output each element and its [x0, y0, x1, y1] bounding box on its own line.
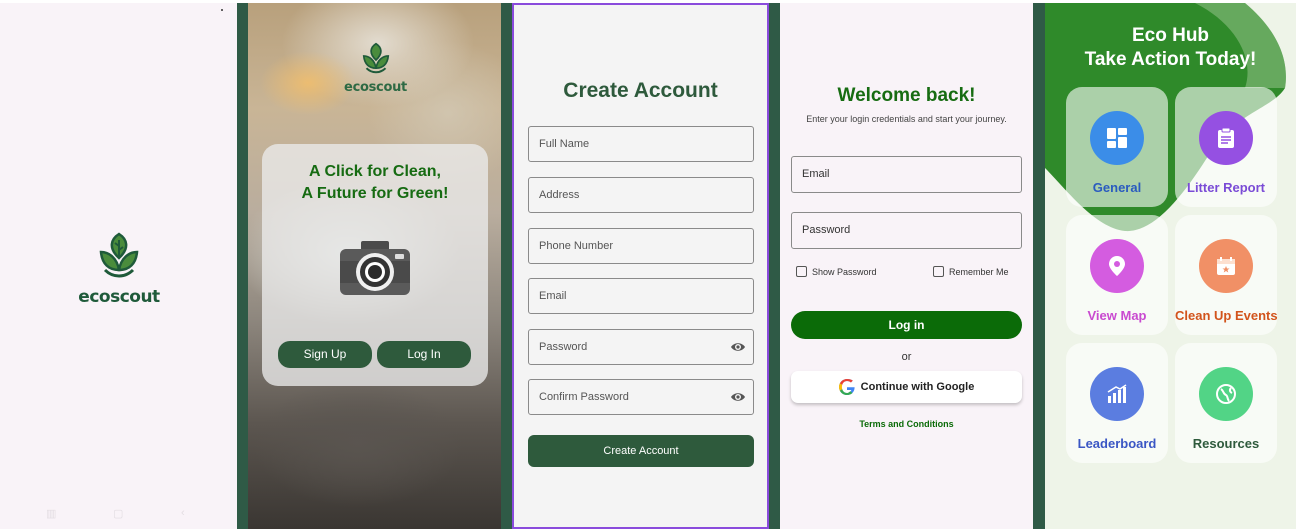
terms-link[interactable]: Terms and Conditions [780, 419, 1033, 429]
brand-name: ecoscout [78, 287, 160, 307]
bar-chart-icon [1107, 384, 1127, 403]
password-field[interactable]: Password [539, 341, 587, 353]
tile-litter-report-label: Litter Report [1187, 180, 1265, 195]
side-divider [1033, 3, 1045, 529]
address-field[interactable]: Address [528, 177, 754, 213]
calendar-icon [1217, 257, 1235, 275]
email-field[interactable]: Email [528, 278, 754, 314]
tile-clean-up-events-label: Clean Up Events [1175, 308, 1278, 323]
email-field[interactable]: Email [791, 156, 1022, 193]
tagline-line-2: A Future for Green! [301, 185, 449, 202]
tile-clean-up-events[interactable]: Clean Up Events [1175, 215, 1278, 335]
tile-leaderboard-label: Leaderboard [1077, 436, 1157, 451]
google-sign-in-button[interactable]: Continue with Google [791, 371, 1022, 403]
password-field-wrap: Password [528, 329, 754, 365]
show-password-checkbox[interactable]: Show Password [796, 266, 877, 277]
tagline: A Click for Clean, A Future for Green! [262, 161, 488, 205]
tile-general[interactable]: General [1066, 87, 1168, 207]
google-button-label: Continue with Google [860, 381, 975, 393]
recents-nav-icon[interactable]: ▥ [46, 507, 56, 520]
ecoscout-logo: ecoscout [333, 41, 418, 95]
checkbox-icon[interactable] [933, 266, 944, 277]
log-in-button[interactable]: Log in [791, 311, 1022, 339]
view-map-icon-circle [1090, 239, 1144, 293]
brand-name: ecoscout [344, 80, 407, 95]
create-account-button[interactable]: Create Account [528, 435, 754, 467]
clipboard-icon [1218, 127, 1234, 148]
home-nav-icon[interactable]: ▢ [113, 507, 123, 520]
tile-general-label: General [1092, 180, 1142, 195]
dashboard-icon [1107, 128, 1127, 148]
globe-icon [1216, 384, 1236, 404]
phone-number-field[interactable]: Phone Number [528, 228, 754, 264]
clean-up-events-icon-circle [1199, 239, 1253, 293]
tile-view-map-label: View Map [1087, 308, 1147, 323]
tile-leaderboard[interactable]: Leaderboard [1066, 343, 1168, 463]
checkbox-icon[interactable] [796, 266, 807, 277]
password-field[interactable]: Password [791, 212, 1022, 249]
google-icon [838, 379, 855, 395]
confirm-password-field-wrap: Confirm Password [528, 379, 754, 415]
login-subtitle: Enter your login credentials and start y… [806, 114, 1007, 124]
leaf-logo-icon [99, 232, 139, 278]
camera-icon [340, 241, 410, 295]
status-dot [221, 9, 223, 11]
eye-icon[interactable] [730, 340, 746, 354]
page-title: Welcome back! [837, 85, 976, 106]
ecoscout-logo: ecoscout [71, 230, 167, 307]
remember-me-checkbox[interactable]: Remember Me [933, 266, 1009, 277]
log-in-button[interactable]: Log In [377, 341, 471, 368]
show-password-label: Show Password [812, 266, 877, 277]
leaf-logo-icon [362, 42, 389, 74]
hub-title: Eco Hub Take Action Today! [1045, 24, 1296, 72]
leaderboard-icon-circle [1090, 367, 1144, 421]
hub-title-line-2: Take Action Today! [1084, 49, 1257, 70]
welcome-card: A Click for Clean, A Future for Green! S… [262, 144, 488, 386]
splash-screen: ecoscout ▥ ▢ ‹ [0, 3, 237, 529]
or-divider: or [901, 351, 912, 363]
remember-me-label: Remember Me [949, 266, 1009, 277]
tile-resources-label: Resources [1192, 436, 1260, 451]
map-pin-icon [1109, 256, 1125, 276]
tile-litter-report[interactable]: Litter Report [1175, 87, 1277, 207]
back-nav-icon[interactable]: ‹ [181, 507, 185, 519]
page-title: Create Account [563, 79, 718, 102]
litter-report-icon-circle [1199, 111, 1253, 165]
general-icon-circle [1090, 111, 1144, 165]
full-name-field[interactable]: Full Name [528, 126, 754, 162]
side-divider [769, 3, 780, 529]
welcome-screen: ecoscout A Click for Clean, A Future for… [237, 3, 512, 529]
system-nav-bar: ▥ ▢ ‹ [0, 507, 237, 521]
eye-icon[interactable] [730, 390, 746, 404]
tagline-line-1: A Click for Clean, [309, 163, 441, 180]
login-screen: Welcome back! Enter your login credentia… [769, 3, 1033, 529]
resources-icon-circle [1199, 367, 1253, 421]
hub-title-line-1: Eco Hub [1131, 25, 1210, 46]
eco-hub-screen: Eco Hub Take Action Today! General Litte… [1033, 3, 1296, 529]
confirm-password-field[interactable]: Confirm Password [539, 391, 629, 403]
tile-view-map[interactable]: View Map [1066, 215, 1168, 335]
sign-up-button[interactable]: Sign Up [278, 341, 372, 368]
create-account-screen: Create Account Full Name Address Phone N… [512, 3, 769, 529]
tile-resources[interactable]: Resources [1175, 343, 1277, 463]
